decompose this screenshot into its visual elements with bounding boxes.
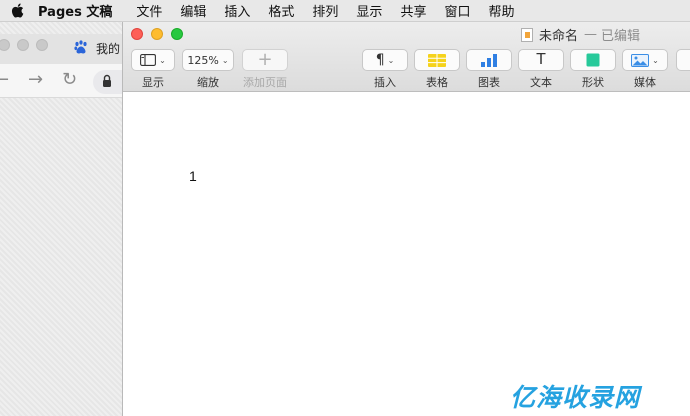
chevron-down-icon: ⌄ (159, 55, 166, 65)
browser-minimize-light[interactable] (17, 39, 29, 51)
document-separator: — (584, 27, 598, 42)
shape-button[interactable] (570, 49, 616, 71)
lock-icon (103, 74, 111, 87)
window-minimize-button[interactable] (151, 28, 163, 40)
text-label: 文本 (530, 76, 552, 89)
document-title[interactable]: 未命名 — 已编辑 (521, 25, 640, 44)
menu-insert[interactable]: 插入 (224, 1, 250, 20)
back-arrow-icon[interactable]: ← (0, 70, 9, 90)
plus-icon: + (257, 49, 273, 70)
shape-label: 形状 (582, 76, 604, 89)
zoom-value: 125% (187, 53, 219, 67)
chart-label: 图表 (478, 76, 500, 89)
zoom-dropdown[interactable]: 125% ⌄ (182, 49, 234, 71)
table-icon (428, 53, 446, 67)
sidebar-layout-icon (140, 54, 157, 66)
background-browser-window[interactable]: 我的 ← → ↻ (0, 22, 133, 416)
bar-chart-icon (481, 53, 497, 67)
menu-window[interactable]: 窗口 (444, 1, 470, 20)
menu-arrange[interactable]: 排列 (312, 1, 338, 20)
view-button[interactable]: ⌄ (131, 49, 175, 71)
view-label: 显示 (142, 76, 164, 89)
menu-app-name[interactable]: Pages 文稿 (38, 1, 112, 20)
chevron-down-icon: ⌄ (221, 55, 229, 65)
forward-arrow-icon[interactable]: → (28, 70, 43, 90)
photo-icon (631, 53, 650, 67)
text-t-icon: T (536, 51, 546, 68)
pilcrow-icon: ¶ (375, 52, 385, 68)
browser-tab-title[interactable]: 我的 (96, 40, 120, 57)
window-zoom-button[interactable] (171, 28, 183, 40)
menu-edit[interactable]: 编辑 (180, 1, 206, 20)
document-name: 未命名 (539, 29, 579, 44)
table-button[interactable] (414, 49, 460, 71)
shape-square-icon (586, 53, 600, 67)
menu-format[interactable]: 格式 (268, 1, 294, 20)
zoom-label: 缩放 (197, 76, 219, 89)
watermark-logo: 亿海收录网 (510, 383, 641, 412)
window-close-button[interactable] (131, 28, 143, 40)
browser-maximize-light[interactable] (36, 39, 48, 51)
insert-label: 插入 (374, 76, 396, 89)
document-icon (521, 27, 533, 42)
add-page-button[interactable]: + (242, 49, 288, 71)
page-number-text[interactable]: 1 (189, 168, 197, 184)
pages-window: 未命名 — 已编辑 ⌄ 显示 125% ⌄ 缩放 + 添加页面 ¶ ⌄ 插入 表… (122, 22, 690, 416)
media-button[interactable]: ⌄ (622, 49, 668, 71)
text-button[interactable]: T (518, 49, 564, 71)
paw-favicon-icon (73, 39, 89, 55)
media-label: 媒体 (634, 76, 656, 89)
chevron-down-icon: ⌄ (652, 55, 659, 65)
menu-view[interactable]: 显示 (356, 1, 382, 20)
insert-button[interactable]: ¶ ⌄ (362, 49, 408, 71)
apple-menu-icon[interactable] (0, 0, 34, 22)
table-label: 表格 (426, 76, 448, 89)
document-state: 已编辑 (601, 29, 641, 44)
chart-button[interactable] (466, 49, 512, 71)
next-toolbar-button[interactable] (676, 49, 690, 71)
add-page-label: 添加页面 (243, 76, 287, 89)
pages-toolbar: 未命名 — 已编辑 ⌄ 显示 125% ⌄ 缩放 + 添加页面 ¶ ⌄ 插入 表… (123, 22, 690, 92)
reload-icon[interactable]: ↻ (62, 70, 77, 90)
menu-file[interactable]: 文件 (136, 1, 162, 20)
chevron-down-icon: ⌄ (387, 55, 395, 65)
menu-bar: Pages 文稿 文件 编辑 插入 格式 排列 显示 共享 窗口 帮助 (0, 0, 690, 22)
menu-share[interactable]: 共享 (400, 1, 426, 20)
menu-help[interactable]: 帮助 (488, 1, 514, 20)
